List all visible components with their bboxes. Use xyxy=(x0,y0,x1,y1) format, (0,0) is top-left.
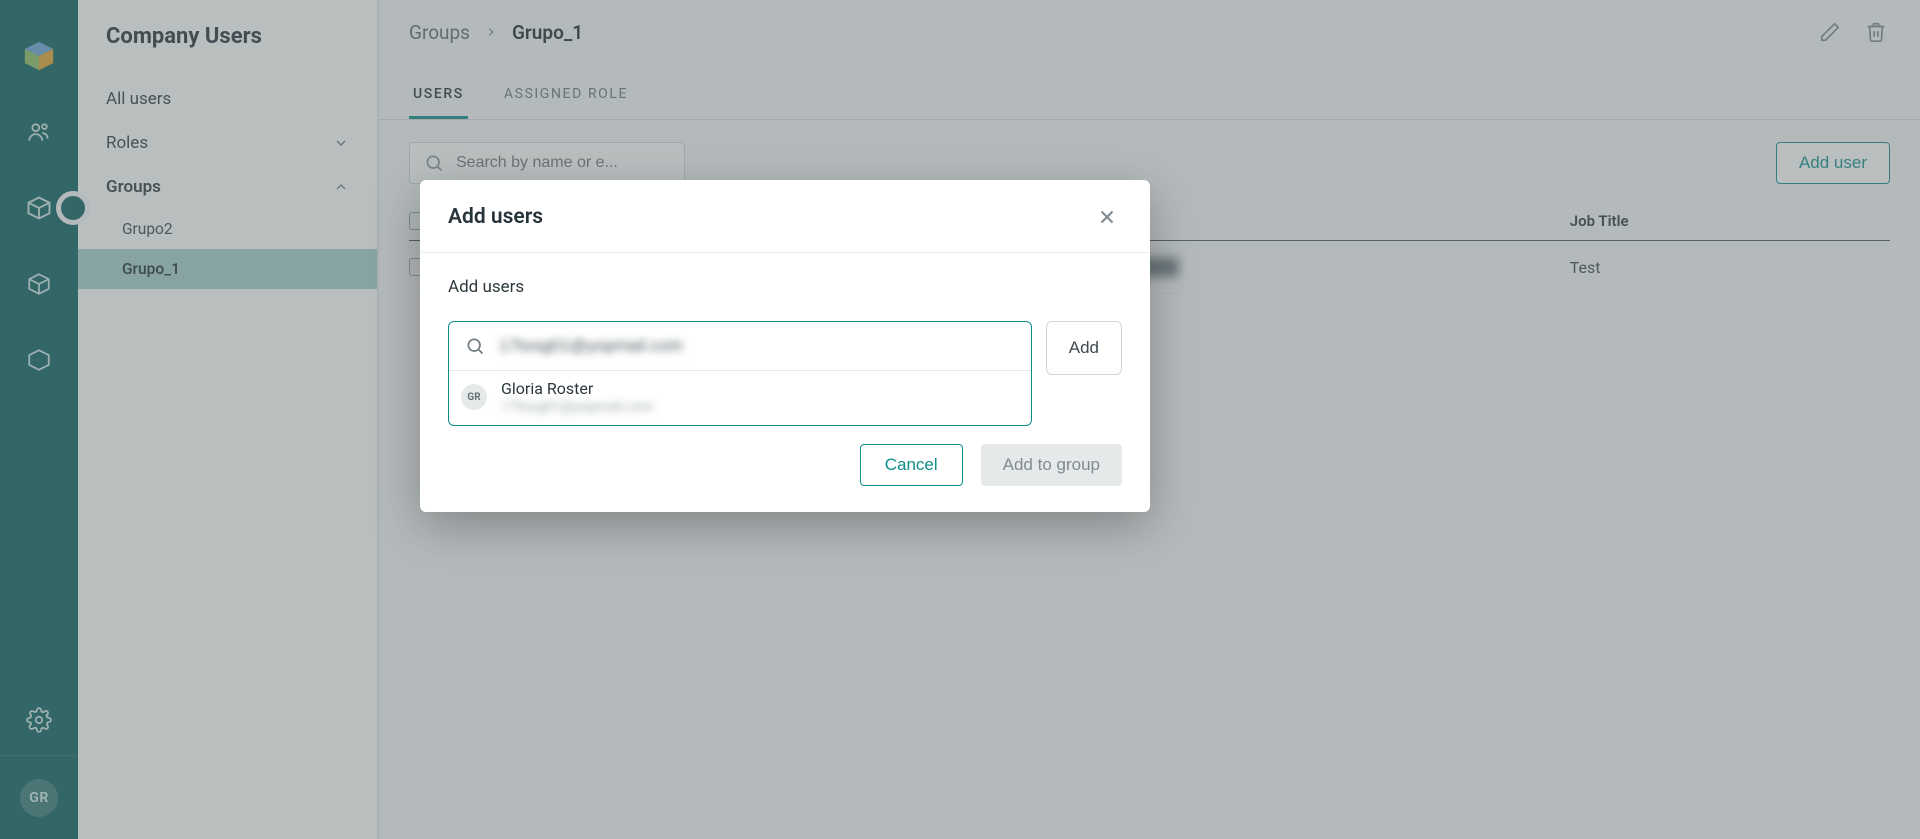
close-icon xyxy=(1096,206,1118,228)
modal-header: Add users xyxy=(420,180,1150,253)
modal-body: Add users GR Gloria Roster 17toog01@yopm… xyxy=(420,253,1150,434)
add-users-modal: Add users Add users GR Gloria Roster 17t… xyxy=(420,180,1150,512)
modal-section-label: Add users xyxy=(448,277,1122,297)
suggestion-item[interactable]: GR Gloria Roster 17toog01@yopmail.com xyxy=(449,370,1031,425)
user-search-input[interactable] xyxy=(499,336,1015,356)
add-to-group-button[interactable]: Add to group xyxy=(981,444,1122,486)
user-search-combobox: GR Gloria Roster 17toog01@yopmail.com xyxy=(448,321,1032,426)
suggestion-name: Gloria Roster xyxy=(501,379,654,398)
modal-close-button[interactable] xyxy=(1092,202,1122,232)
add-button[interactable]: Add xyxy=(1046,321,1122,375)
modal-footer: Cancel Add to group xyxy=(420,434,1150,512)
suggestion-avatar: GR xyxy=(461,384,487,410)
search-icon xyxy=(465,336,485,356)
cancel-button[interactable]: Cancel xyxy=(860,444,963,486)
suggestion-text: Gloria Roster 17toog01@yopmail.com xyxy=(501,379,654,415)
modal-search-row: GR Gloria Roster 17toog01@yopmail.com Ad… xyxy=(448,321,1122,426)
suggestion-email: 17toog01@yopmail.com xyxy=(501,399,654,415)
modal-title: Add users xyxy=(448,205,543,229)
